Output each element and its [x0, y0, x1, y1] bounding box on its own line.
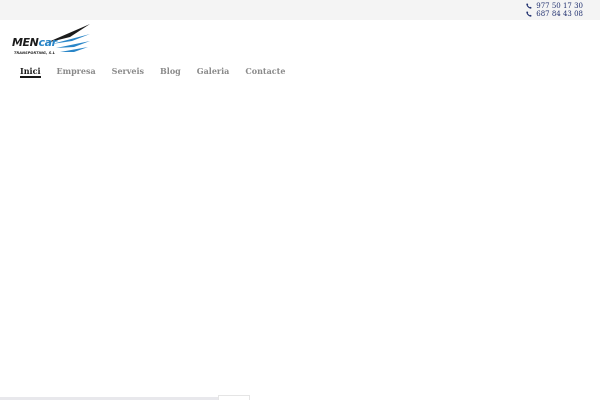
nav-item-empresa[interactable]: Empresa	[57, 66, 96, 78]
phone-row-2[interactable]: 687 84 43 08	[526, 10, 583, 18]
nav-item-inici[interactable]: Inici	[20, 66, 41, 78]
top-contact-bar: 977 50 17 30 687 84 43 08	[0, 0, 600, 20]
nav-item-contacte[interactable]: Contacte	[245, 66, 285, 78]
phone-number-1: 977 50 17 30	[536, 2, 583, 10]
phone-icon	[526, 11, 532, 17]
nav-item-serveis[interactable]: Serveis	[112, 66, 144, 78]
phone-number-2: 687 84 43 08	[536, 10, 583, 18]
bottom-tab[interactable]	[218, 395, 250, 400]
nav-item-galeria[interactable]: Galeria	[197, 66, 230, 78]
nav-item-blog[interactable]: Blog	[160, 66, 181, 78]
phone-list: 977 50 17 30 687 84 43 08	[526, 2, 583, 18]
phone-row-1[interactable]: 977 50 17 30	[526, 2, 583, 10]
main-navigation: Inici Empresa Serveis Blog Galeria Conta…	[20, 66, 301, 78]
logo-wordmark: MENcar	[12, 37, 57, 49]
logo-subtitle: TRANSPORTING, S.L	[14, 51, 56, 55]
mencar-logo[interactable]: MENcar TRANSPORTING, S.L	[12, 23, 92, 58]
logo-text-men: MEN	[12, 36, 39, 49]
phone-icon	[526, 3, 532, 9]
logo-text-car: car	[38, 36, 57, 49]
